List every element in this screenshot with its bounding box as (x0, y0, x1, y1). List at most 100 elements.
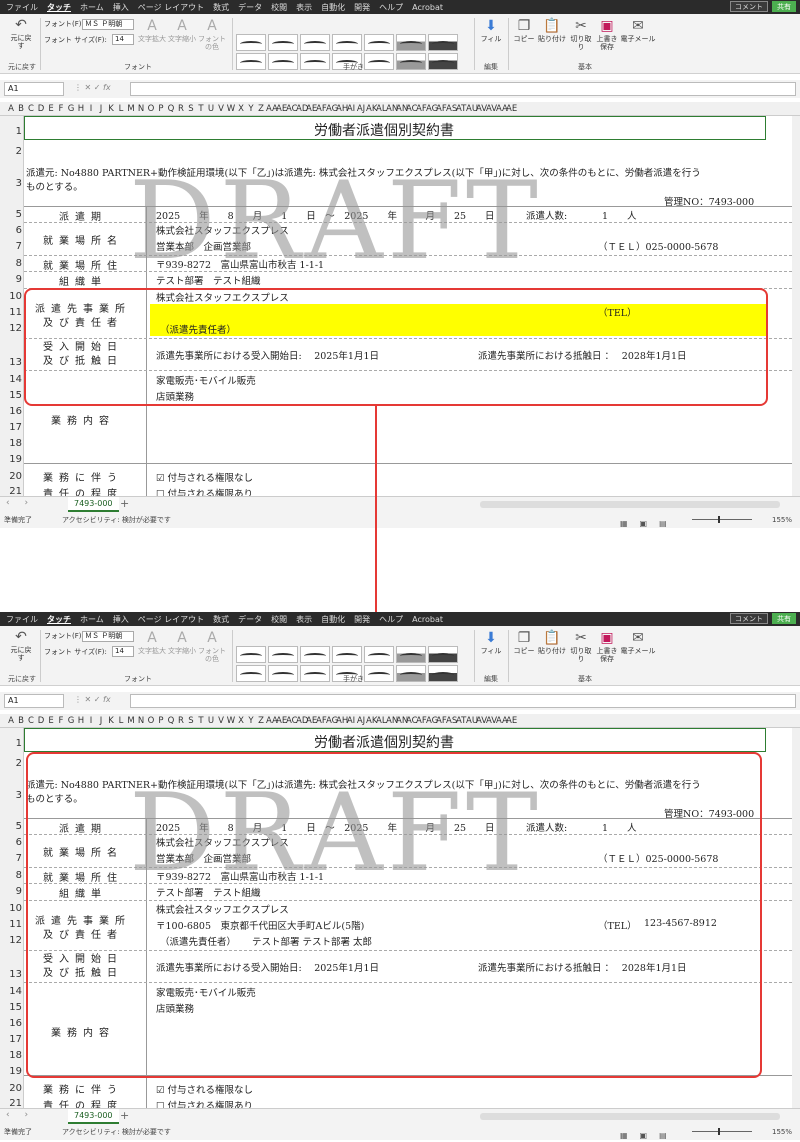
column-header[interactable]: AG (326, 714, 338, 727)
column-header[interactable]: AT (456, 714, 466, 727)
column-header[interactable]: E (46, 714, 56, 727)
font-size-dropdown[interactable]: 14 (112, 34, 134, 45)
column-header[interactable]: AA (266, 714, 278, 727)
column-header[interactable]: K (106, 714, 116, 727)
shrink-font-button[interactable]: A 文字縮小 (168, 18, 196, 43)
menu-acrobat[interactable]: Acrobat (412, 3, 443, 12)
column-header[interactable]: AE (306, 714, 317, 727)
zoom-level[interactable]: 155% (772, 512, 792, 528)
column-header[interactable]: AG (426, 714, 438, 727)
worksheet[interactable]: 労働者派遣個別契約書 派遣元: No4880 PARTNER+動作検証用環境(以… (24, 116, 792, 496)
pen-style[interactable] (300, 53, 330, 70)
column-header[interactable]: AF (436, 714, 447, 727)
column-header[interactable]: AU (466, 102, 478, 115)
paste-button[interactable]: 📋 貼り付け (538, 18, 566, 43)
menu-developer[interactable]: 開発 (354, 2, 370, 13)
column-header[interactable]: W (226, 714, 236, 727)
zoom-slider[interactable] (692, 516, 752, 523)
column-header[interactable]: AE (276, 714, 287, 727)
name-box[interactable]: A1 (4, 82, 64, 96)
menu-data[interactable]: データ (238, 614, 262, 625)
pen-style[interactable] (268, 34, 298, 51)
column-header[interactable]: AA (266, 102, 278, 115)
column-header[interactable]: AC (406, 102, 418, 115)
column-header[interactable]: AS (446, 714, 457, 727)
column-header[interactable]: H (76, 102, 86, 115)
horizontal-scrollbar[interactable] (480, 501, 780, 508)
add-sheet-icon[interactable]: + (120, 1109, 129, 1122)
highlighter-style[interactable] (428, 53, 458, 70)
font-name-dropdown[interactable]: ＭＳ Ｐ明朝 (82, 19, 134, 30)
email-button[interactable]: ✉ 電子メール (620, 18, 656, 43)
grow-font-button[interactable]: A 文字拡大 (138, 630, 166, 655)
authority-given-checkbox[interactable]: ☐ 付与される権限あり (156, 486, 253, 496)
column-header[interactable]: U (206, 102, 216, 115)
pen-style[interactable] (236, 665, 266, 682)
menu-help[interactable]: ヘルプ (379, 2, 403, 13)
column-header[interactable]: A (6, 102, 16, 115)
column-header[interactable]: AE (506, 714, 517, 727)
accessibility-status[interactable]: アクセシビリティ: 検討が必要です (62, 512, 171, 528)
highlighter-style[interactable] (396, 646, 426, 663)
comment-button[interactable]: コメント (730, 613, 768, 624)
font-name-dropdown[interactable]: ＭＳ Ｐ明朝 (82, 631, 134, 642)
column-header[interactable]: AL (376, 714, 387, 727)
share-button[interactable]: 共有 (772, 613, 796, 624)
column-header[interactable]: AN (386, 714, 398, 727)
email-button[interactable]: ✉ 電子メール (620, 630, 656, 655)
undo-button[interactable]: ↶ 元に戻す (8, 17, 34, 50)
column-header[interactable]: AV (476, 102, 487, 115)
column-header[interactable]: AA (496, 714, 508, 727)
comment-button[interactable]: コメント (730, 1, 768, 12)
pen-style[interactable] (300, 665, 330, 682)
column-header[interactable]: AE (276, 102, 287, 115)
column-header[interactable]: AK (366, 714, 377, 727)
menu-formulas[interactable]: 数式 (213, 2, 229, 13)
zoom-slider[interactable] (692, 1128, 752, 1135)
column-header[interactable]: AD (296, 714, 308, 727)
column-header[interactable]: AI (346, 102, 356, 115)
add-sheet-icon[interactable]: + (120, 497, 129, 510)
pen-style[interactable] (364, 34, 394, 51)
sheet-tab[interactable]: 7493-000 (68, 497, 119, 512)
column-header[interactable]: AG (426, 102, 438, 115)
column-header[interactable]: M (126, 714, 136, 727)
pen-style[interactable] (300, 34, 330, 51)
column-header[interactable]: AG (326, 102, 338, 115)
menu-developer[interactable]: 開発 (354, 614, 370, 625)
copy-button[interactable]: ❐ コピー (512, 18, 536, 43)
column-header[interactable]: AJ (356, 714, 366, 727)
column-header[interactable]: AC (286, 102, 298, 115)
column-header[interactable]: I (86, 102, 96, 115)
menu-home[interactable]: ホーム (80, 2, 104, 13)
menu-page-layout[interactable]: ページ レイアウト (138, 2, 204, 13)
menu-touch[interactable]: タッチ (47, 2, 71, 13)
column-header[interactable]: V (216, 102, 226, 115)
column-header[interactable]: V (216, 714, 226, 727)
menu-review[interactable]: 校閲 (271, 614, 287, 625)
column-header[interactable]: B (16, 102, 26, 115)
fill-button[interactable]: ⬇ フィル (478, 630, 504, 655)
pen-style[interactable] (332, 646, 362, 663)
column-header[interactable]: AA (496, 102, 508, 115)
column-header[interactable]: N (136, 102, 146, 115)
highlighter-style[interactable] (428, 646, 458, 663)
column-header[interactable]: U (206, 714, 216, 727)
highlighter-style[interactable] (428, 665, 458, 682)
column-header[interactable]: F (56, 714, 66, 727)
menu-review[interactable]: 校閲 (271, 2, 287, 13)
column-header[interactable]: J (96, 714, 106, 727)
column-header[interactable]: AF (316, 102, 327, 115)
column-header[interactable]: AC (286, 714, 298, 727)
column-header[interactable]: Z (256, 102, 266, 115)
column-header[interactable]: O (146, 714, 156, 727)
shrink-font-button[interactable]: A 文字縮小 (168, 630, 196, 655)
column-header[interactable]: X (236, 102, 246, 115)
column-header[interactable]: AL (376, 102, 387, 115)
column-header[interactable]: Q (166, 714, 176, 727)
column-header[interactable]: P (156, 102, 166, 115)
column-header[interactable]: Q (166, 102, 176, 115)
formula-input[interactable] (130, 694, 796, 708)
tab-nav-arrows[interactable]: ‹ › (6, 498, 34, 508)
menu-home[interactable]: ホーム (80, 614, 104, 625)
